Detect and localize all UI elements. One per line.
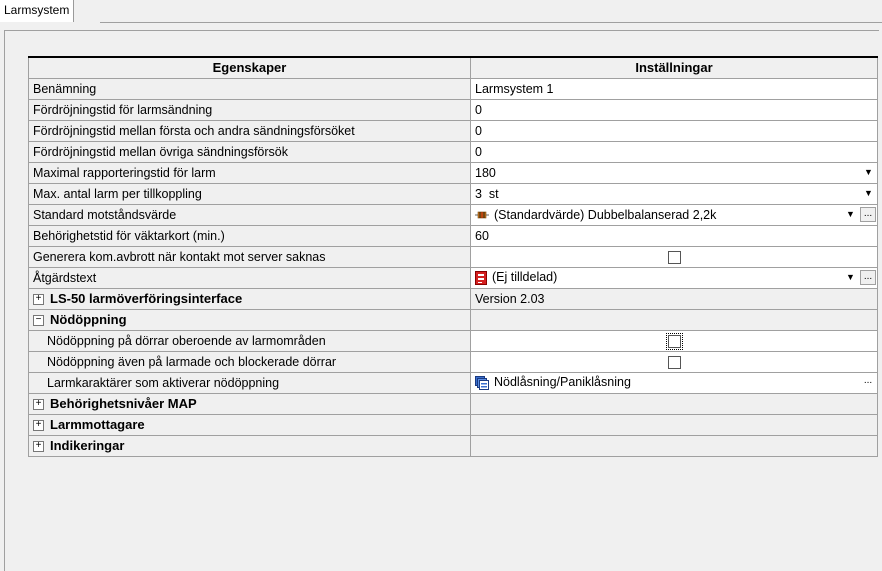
section-label: Behörighetsnivåer MAP bbox=[50, 396, 197, 411]
property-row[interactable]: Standard motståndsvärde (Standardvärde) … bbox=[28, 203, 878, 226]
delay-input[interactable]: 0 bbox=[470, 98, 878, 121]
section-nodoppning[interactable]: − Nödöppning bbox=[28, 308, 471, 331]
chevron-down-icon[interactable]: ▼ bbox=[843, 207, 858, 222]
section-label: Indikeringar bbox=[50, 438, 125, 453]
property-label: Behörighetstid för väktarkort (min.) bbox=[28, 224, 471, 247]
comm-failure-checkbox[interactable] bbox=[667, 251, 681, 264]
property-row[interactable]: Nödöppning även på larmade och blockerad… bbox=[28, 350, 878, 373]
document-icon bbox=[475, 270, 487, 285]
section-row[interactable]: + Indikeringar bbox=[28, 434, 878, 457]
property-label: Generera kom.avbrott när kontakt mot ser… bbox=[28, 245, 471, 268]
select-value: 3 st bbox=[475, 186, 499, 201]
benamning-input[interactable]: Larmsystem 1 bbox=[470, 77, 878, 100]
emergency-open-independent-cell[interactable] bbox=[470, 329, 878, 352]
property-label: Max. antal larm per tillkoppling bbox=[28, 182, 471, 205]
section-row[interactable]: + Larmmottagare bbox=[28, 413, 878, 436]
section-value-empty bbox=[470, 434, 878, 457]
section-label: Nödöppning bbox=[50, 312, 127, 327]
emergency-open-independent-checkbox[interactable] bbox=[665, 333, 683, 350]
header-installningar[interactable]: Inställningar bbox=[470, 56, 878, 79]
alarm-characters-field[interactable]: Nödlåsning/Paniklåsning ... bbox=[470, 371, 878, 394]
chevron-down-icon[interactable]: ▼ bbox=[861, 186, 876, 201]
expand-icon[interactable]: + bbox=[33, 294, 44, 306]
field-value: Nödlåsning/Paniklåsning bbox=[494, 375, 631, 390]
collapse-icon[interactable]: − bbox=[33, 315, 44, 327]
action-text-select[interactable]: (Ej tilldelad) ▼ ... bbox=[470, 266, 878, 289]
property-grid: Egenskaper Inställningar Benämning Larms… bbox=[28, 56, 878, 457]
chevron-down-icon[interactable]: ▼ bbox=[843, 270, 858, 285]
property-row[interactable]: Behörighetstid för väktarkort (min.) 60 bbox=[28, 224, 878, 247]
section-row[interactable]: + LS-50 larmöverföringsinterface Version … bbox=[28, 287, 878, 310]
max-alarms-select[interactable]: 3 st ▼ bbox=[470, 182, 878, 205]
chevron-down-icon[interactable]: ▼ bbox=[861, 165, 876, 180]
expand-icon[interactable]: + bbox=[33, 420, 44, 432]
browse-button[interactable]: ... bbox=[860, 269, 876, 285]
section-behorighetsnivaer[interactable]: + Behörighetsnivåer MAP bbox=[28, 392, 471, 415]
property-row[interactable]: Generera kom.avbrott när kontakt mot ser… bbox=[28, 245, 878, 268]
property-row[interactable]: Nödöppning på dörrar oberoende av larmom… bbox=[28, 329, 878, 352]
comm-failure-checkbox-cell[interactable] bbox=[470, 245, 878, 268]
property-label: Standard motståndsvärde bbox=[28, 203, 471, 226]
property-row[interactable]: Fördröjningstid för larmsändning 0 bbox=[28, 98, 878, 121]
property-label: Nödöppning på dörrar oberoende av larmom… bbox=[28, 329, 471, 352]
select-value: (Standardvärde) Dubbelbalanserad 2,2k bbox=[494, 207, 717, 222]
other-retry-delay-input[interactable]: 0 bbox=[470, 140, 878, 163]
section-indikeringar[interactable]: + Indikeringar bbox=[28, 434, 471, 457]
browse-button[interactable]: ... bbox=[860, 375, 876, 390]
section-value-empty bbox=[470, 413, 878, 436]
section-value-empty bbox=[470, 392, 878, 415]
property-row[interactable]: Max. antal larm per tillkoppling 3 st ▼ bbox=[28, 182, 878, 205]
emergency-open-armed-cell[interactable] bbox=[470, 350, 878, 373]
expand-icon[interactable]: + bbox=[33, 399, 44, 411]
first-retry-delay-input[interactable]: 0 bbox=[470, 119, 878, 142]
property-label: Fördröjningstid mellan övriga sändningsf… bbox=[28, 140, 471, 163]
resistor-icon bbox=[475, 211, 489, 219]
property-label: Larmkaraktärer som aktiverar nödöppning bbox=[28, 371, 471, 394]
stacked-pages-icon bbox=[475, 375, 489, 390]
property-label: Fördröjningstid mellan första och andra … bbox=[28, 119, 471, 142]
section-larmmottagare[interactable]: + Larmmottagare bbox=[28, 413, 471, 436]
property-row[interactable]: Åtgärdstext (Ej tilldelad) ▼ ... bbox=[28, 266, 878, 289]
select-value: 180 bbox=[475, 165, 496, 180]
resistance-select[interactable]: (Standardvärde) Dubbelbalanserad 2,2k ▼ … bbox=[470, 203, 878, 226]
property-label: Åtgärdstext bbox=[28, 266, 471, 289]
ls50-version: Version 2.03 bbox=[470, 287, 878, 310]
tab-larmsystem[interactable]: Larmsystem bbox=[0, 0, 75, 22]
property-row[interactable]: Benämning Larmsystem 1 bbox=[28, 77, 878, 100]
grid-header: Egenskaper Inställningar bbox=[28, 56, 878, 79]
section-ls50[interactable]: + LS-50 larmöverföringsinterface bbox=[28, 287, 471, 310]
section-value-empty bbox=[470, 308, 878, 331]
header-egenskaper[interactable]: Egenskaper bbox=[28, 56, 471, 79]
section-row[interactable]: − Nödöppning bbox=[28, 308, 878, 331]
expand-icon[interactable]: + bbox=[33, 441, 44, 453]
emergency-open-armed-checkbox[interactable] bbox=[667, 356, 681, 369]
property-label: Fördröjningstid för larmsändning bbox=[28, 98, 471, 121]
select-value: (Ej tilldelad) bbox=[492, 270, 558, 285]
property-row[interactable]: Fördröjningstid mellan övriga sändningsf… bbox=[28, 140, 878, 163]
property-label: Nödöppning även på larmade och blockerad… bbox=[28, 350, 471, 373]
max-report-time-select[interactable]: 180 ▼ bbox=[470, 161, 878, 184]
guard-card-time-input[interactable]: 60 bbox=[470, 224, 878, 247]
browse-button[interactable]: ... bbox=[860, 206, 876, 222]
property-label: Benämning bbox=[28, 77, 471, 100]
section-row[interactable]: + Behörighetsnivåer MAP bbox=[28, 392, 878, 415]
property-label: Maximal rapporteringstid för larm bbox=[28, 161, 471, 184]
tab-divider bbox=[100, 22, 882, 23]
tab-bar: Larmsystem bbox=[0, 0, 882, 24]
section-label: Larmmottagare bbox=[50, 417, 145, 432]
property-row[interactable]: Fördröjningstid mellan första och andra … bbox=[28, 119, 878, 142]
property-row[interactable]: Maximal rapporteringstid för larm 180 ▼ bbox=[28, 161, 878, 184]
property-row[interactable]: Larmkaraktärer som aktiverar nödöppning … bbox=[28, 371, 878, 394]
section-label: LS-50 larmöverföringsinterface bbox=[50, 291, 243, 306]
